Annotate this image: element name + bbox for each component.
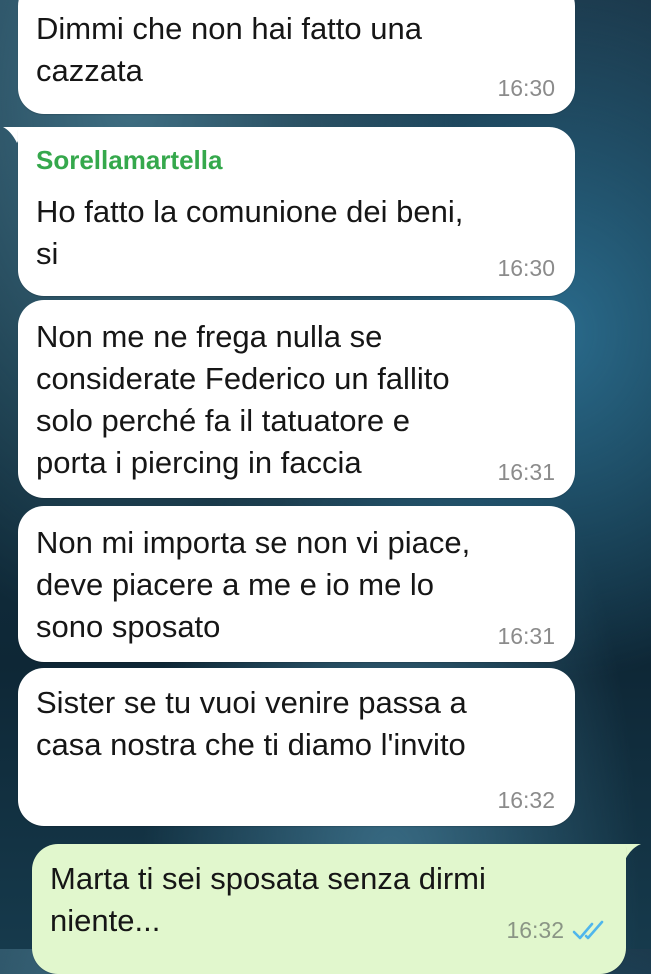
message-time: 16:31 [497, 623, 555, 649]
message-text: Sister se tu vuoi venire passa a casa no… [36, 685, 467, 762]
message-bubble[interactable]: Sorellamartella Ho fatto la comunione de… [18, 127, 575, 296]
message-time: 16:30 [497, 255, 555, 281]
double-check-icon [572, 920, 604, 940]
message-bubble[interactable]: Non mi importa se non vi piace, deve pia… [18, 506, 575, 662]
message-bubble[interactable]: Dimmi che non hai fatto una cazzata 16:3… [18, 0, 575, 114]
message-text: Non mi importa se non vi piace, deve pia… [36, 525, 471, 644]
chat-conversation: Dimmi che non hai fatto una cazzata 16:3… [0, 0, 651, 974]
message-bubble[interactable]: Sister se tu vuoi venire passa a casa no… [18, 668, 575, 826]
message-bubble[interactable]: Non me ne frega nulla se considerate Fed… [18, 300, 575, 498]
message-text: Ho fatto la comunione dei beni, si [36, 194, 464, 271]
message-time: 16:30 [497, 75, 555, 101]
message-time: 16:31 [497, 459, 555, 485]
message-time: 16:32 [497, 787, 555, 813]
message-bubble-outgoing[interactable]: Marta ti sei sposata senza dirmi niente.… [32, 844, 626, 974]
message-text: Non me ne frega nulla se considerate Fed… [36, 319, 450, 480]
message-time: 16:32 [506, 917, 564, 943]
message-text: Dimmi che non hai fatto una cazzata [36, 11, 422, 88]
sender-name[interactable]: Sorellamartella [36, 145, 222, 176]
